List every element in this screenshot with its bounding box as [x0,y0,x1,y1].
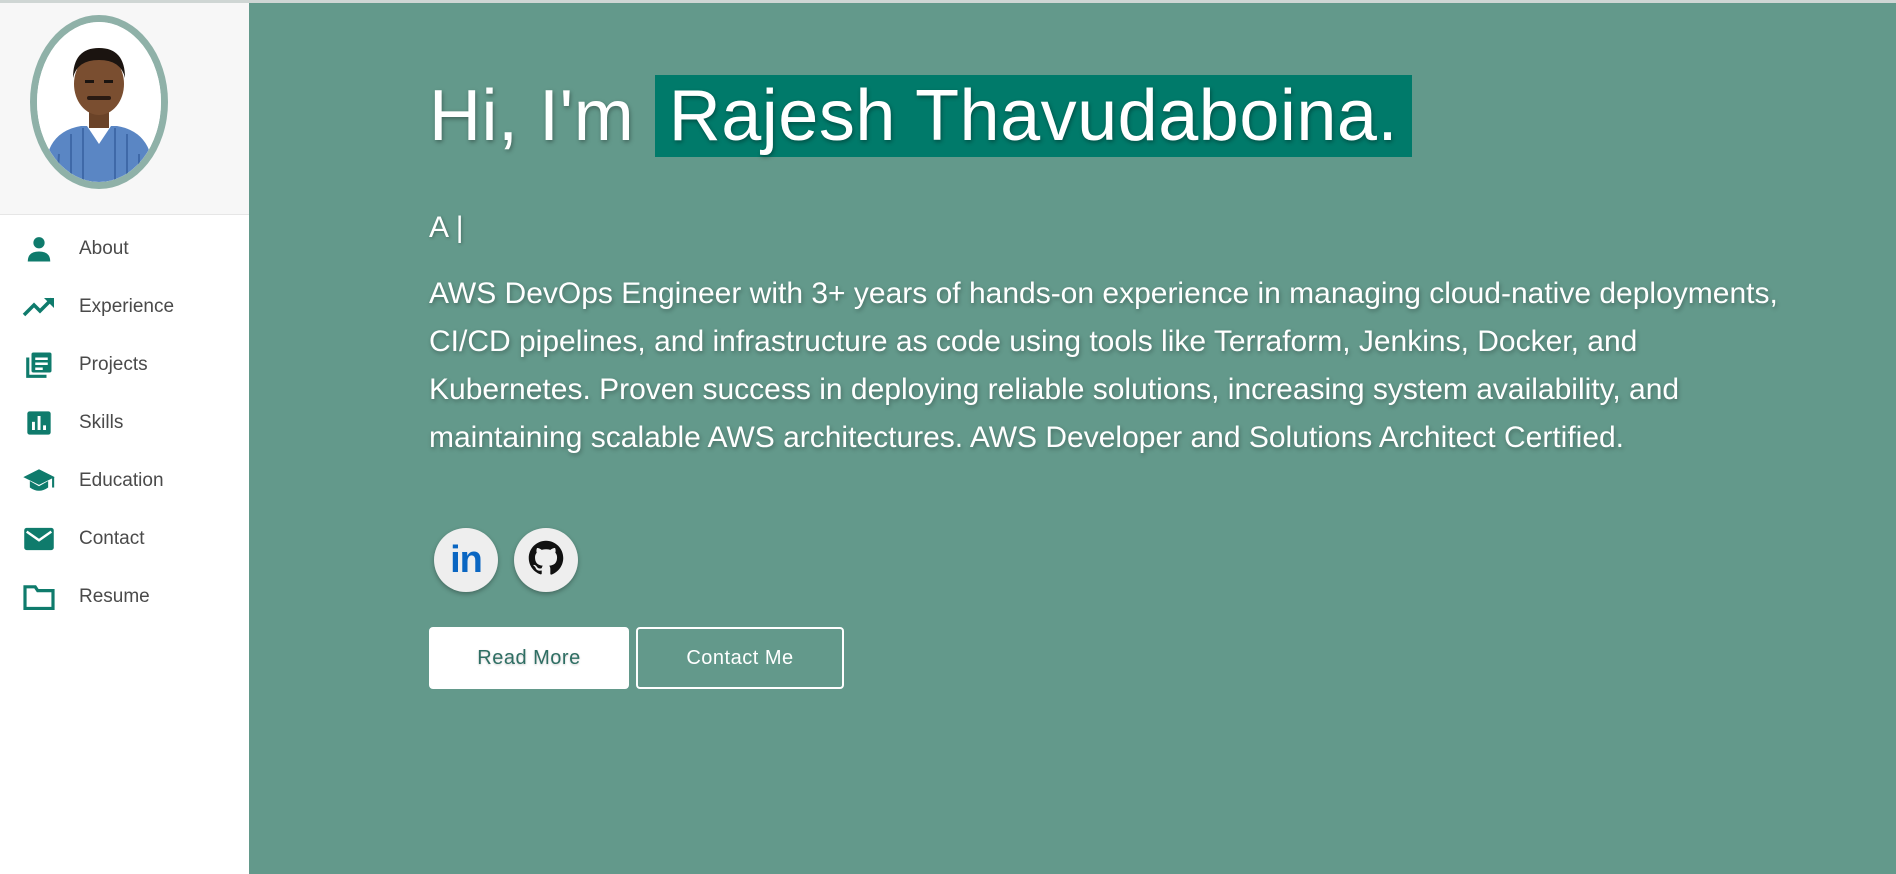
sidebar-item-label: Contact [79,528,145,549]
mail-icon [22,524,56,554]
linkedin-icon: in [450,538,483,581]
trending-up-icon [22,292,56,322]
sidebar-item-experience[interactable]: Experience [0,278,249,336]
read-more-button[interactable]: Read More [429,627,629,689]
hero-title: Hi, I'm Rajesh Thavudaboina. [429,75,1412,157]
linkedin-button[interactable]: in [434,528,498,592]
school-icon [22,466,56,496]
sidebar-item-label: Resume [79,586,150,607]
sidebar-item-skills[interactable]: Skills [0,394,249,452]
sidebar-item-label: About [79,238,129,259]
avatar-photo [37,22,161,182]
person-icon [22,234,56,264]
sidebar-item-label: Education [79,470,164,491]
hero-name: Rajesh Thavudaboina. [654,75,1412,157]
bar-chart-icon [22,408,56,438]
sidebar-item-education[interactable]: Education [0,452,249,510]
sidebar-item-projects[interactable]: Projects [0,336,249,394]
contact-me-button[interactable]: Contact Me [636,627,844,689]
github-button[interactable] [514,528,578,592]
avatar[interactable] [30,15,168,189]
sidebar-nav: About Experience Projects Skills Educati… [0,220,249,626]
sidebar: About Experience Projects Skills Educati… [0,3,249,874]
sidebar-item-about[interactable]: About [0,220,249,278]
hero-greeting: Hi, I'm [429,76,635,156]
folder-icon [22,582,56,612]
sidebar-item-label: Skills [79,412,124,433]
hero-bio: AWS DevOps Engineer with 3+ years of han… [429,277,1778,454]
sidebar-item-resume[interactable]: Resume [0,568,249,626]
library-books-icon [22,350,56,380]
profile-header [0,3,249,215]
sidebar-item-label: Experience [79,296,175,317]
hero-section: Hi, I'm Rajesh Thavudaboina. A | AWS Dev… [249,3,1896,874]
sidebar-item-label: Projects [79,354,148,375]
hero-actions: Read More Contact Me [429,627,844,689]
social-links: in [434,528,578,592]
github-icon [528,540,564,581]
sidebar-item-contact[interactable]: Contact [0,510,249,568]
typed-text: A | [429,211,464,244]
